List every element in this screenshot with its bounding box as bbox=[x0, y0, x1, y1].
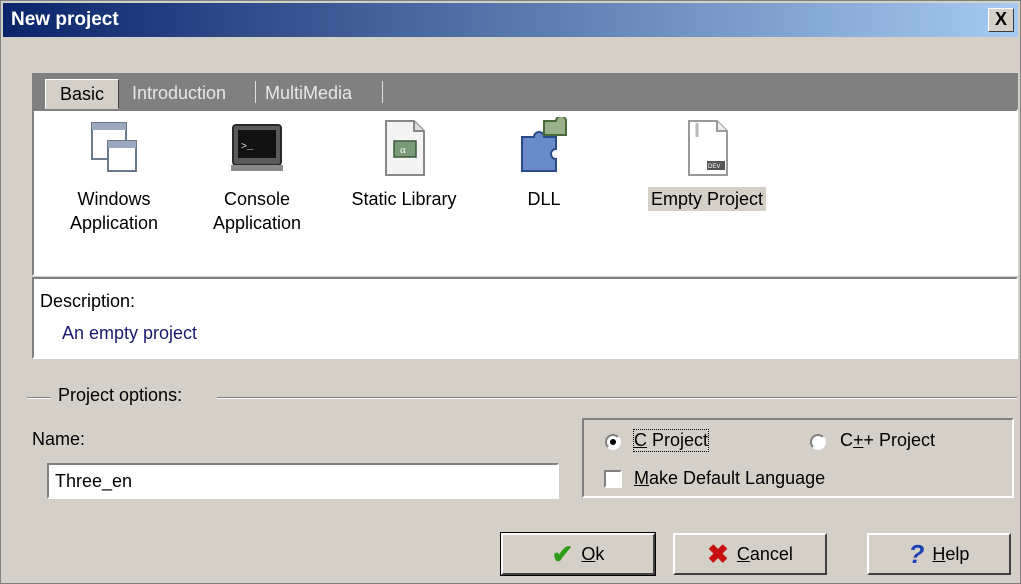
dev-file-icon: DEV bbox=[688, 120, 728, 176]
new-project-dialog: New project X Basic Introduction MultiMe… bbox=[0, 0, 1021, 584]
tab-basic[interactable]: Basic bbox=[45, 79, 119, 109]
name-label: Name: bbox=[32, 429, 86, 449]
template-list: Windows Application >_ Console Application… bbox=[32, 109, 1018, 276]
description-text: An empty project bbox=[62, 323, 198, 343]
close-icon: X bbox=[994, 9, 1007, 29]
default-language-label[interactable]: Make Default Language bbox=[634, 468, 825, 489]
cpp-project-radio[interactable] bbox=[810, 434, 826, 450]
template-empty-project[interactable]: DEV Empty Project bbox=[632, 117, 782, 211]
tab-multimedia[interactable]: MultiMedia bbox=[265, 79, 352, 109]
template-label: Static Library bbox=[351, 189, 457, 209]
template-label: Windows Application bbox=[69, 189, 159, 233]
tab-introduction[interactable]: Introduction bbox=[132, 79, 226, 109]
ok-button[interactable]: ✔ Ok bbox=[500, 532, 656, 576]
cancel-button[interactable]: ✖ Cancel bbox=[673, 533, 827, 575]
close-button[interactable]: X bbox=[988, 8, 1014, 32]
template-label: DLL bbox=[527, 189, 561, 209]
dialog-title: New project bbox=[11, 9, 119, 30]
tab-basic-label: Basic bbox=[59, 84, 104, 104]
project-options-label: Project options: bbox=[58, 385, 183, 405]
help-label: Help bbox=[932, 543, 970, 564]
tab-separator bbox=[382, 81, 383, 103]
group-divider bbox=[27, 397, 51, 399]
group-divider bbox=[217, 397, 1017, 399]
project-name-input[interactable] bbox=[47, 463, 559, 499]
checkmark-icon: ✔ bbox=[551, 539, 574, 569]
window-icon bbox=[91, 122, 137, 172]
question-icon: ? bbox=[908, 539, 925, 569]
svg-text:DEV: DEV bbox=[708, 164, 720, 170]
title-bar[interactable]: New project X bbox=[3, 3, 1018, 37]
svg-text:>_: >_ bbox=[241, 142, 254, 153]
cancel-label: Cancel bbox=[736, 543, 793, 564]
template-dll[interactable]: DLL bbox=[494, 117, 594, 211]
tab-introduction-label: Introduction bbox=[132, 83, 227, 103]
language-group: C Project C++ Project Make Default Langu… bbox=[582, 418, 1014, 498]
template-static-library[interactable]: α Static Library bbox=[334, 117, 474, 211]
cpp-project-label[interactable]: C++ Project bbox=[840, 430, 935, 451]
default-language-checkbox[interactable] bbox=[604, 470, 622, 488]
puzzle-icon bbox=[521, 117, 567, 172]
template-windows-application[interactable]: Windows Application bbox=[54, 117, 174, 235]
c-project-radio[interactable] bbox=[605, 434, 621, 450]
template-label: Console Application bbox=[212, 189, 302, 233]
svg-text:α: α bbox=[400, 144, 406, 156]
template-console-application[interactable]: >_ Console Application bbox=[197, 117, 317, 235]
tab-separator bbox=[255, 81, 256, 103]
console-icon: >_ bbox=[231, 124, 283, 171]
description-panel: Description: An empty project bbox=[32, 277, 1018, 359]
template-label: Empty Project bbox=[647, 187, 767, 211]
x-icon: ✖ bbox=[707, 539, 729, 569]
tab-strip: Basic Introduction MultiMedia bbox=[32, 73, 1018, 109]
ok-label: Ok bbox=[581, 543, 605, 564]
help-button[interactable]: ? Help bbox=[867, 533, 1011, 575]
c-project-label[interactable]: C Project bbox=[632, 429, 710, 452]
library-icon: α bbox=[385, 120, 425, 176]
description-label: Description: bbox=[40, 291, 136, 311]
tab-multimedia-label: MultiMedia bbox=[265, 83, 353, 103]
